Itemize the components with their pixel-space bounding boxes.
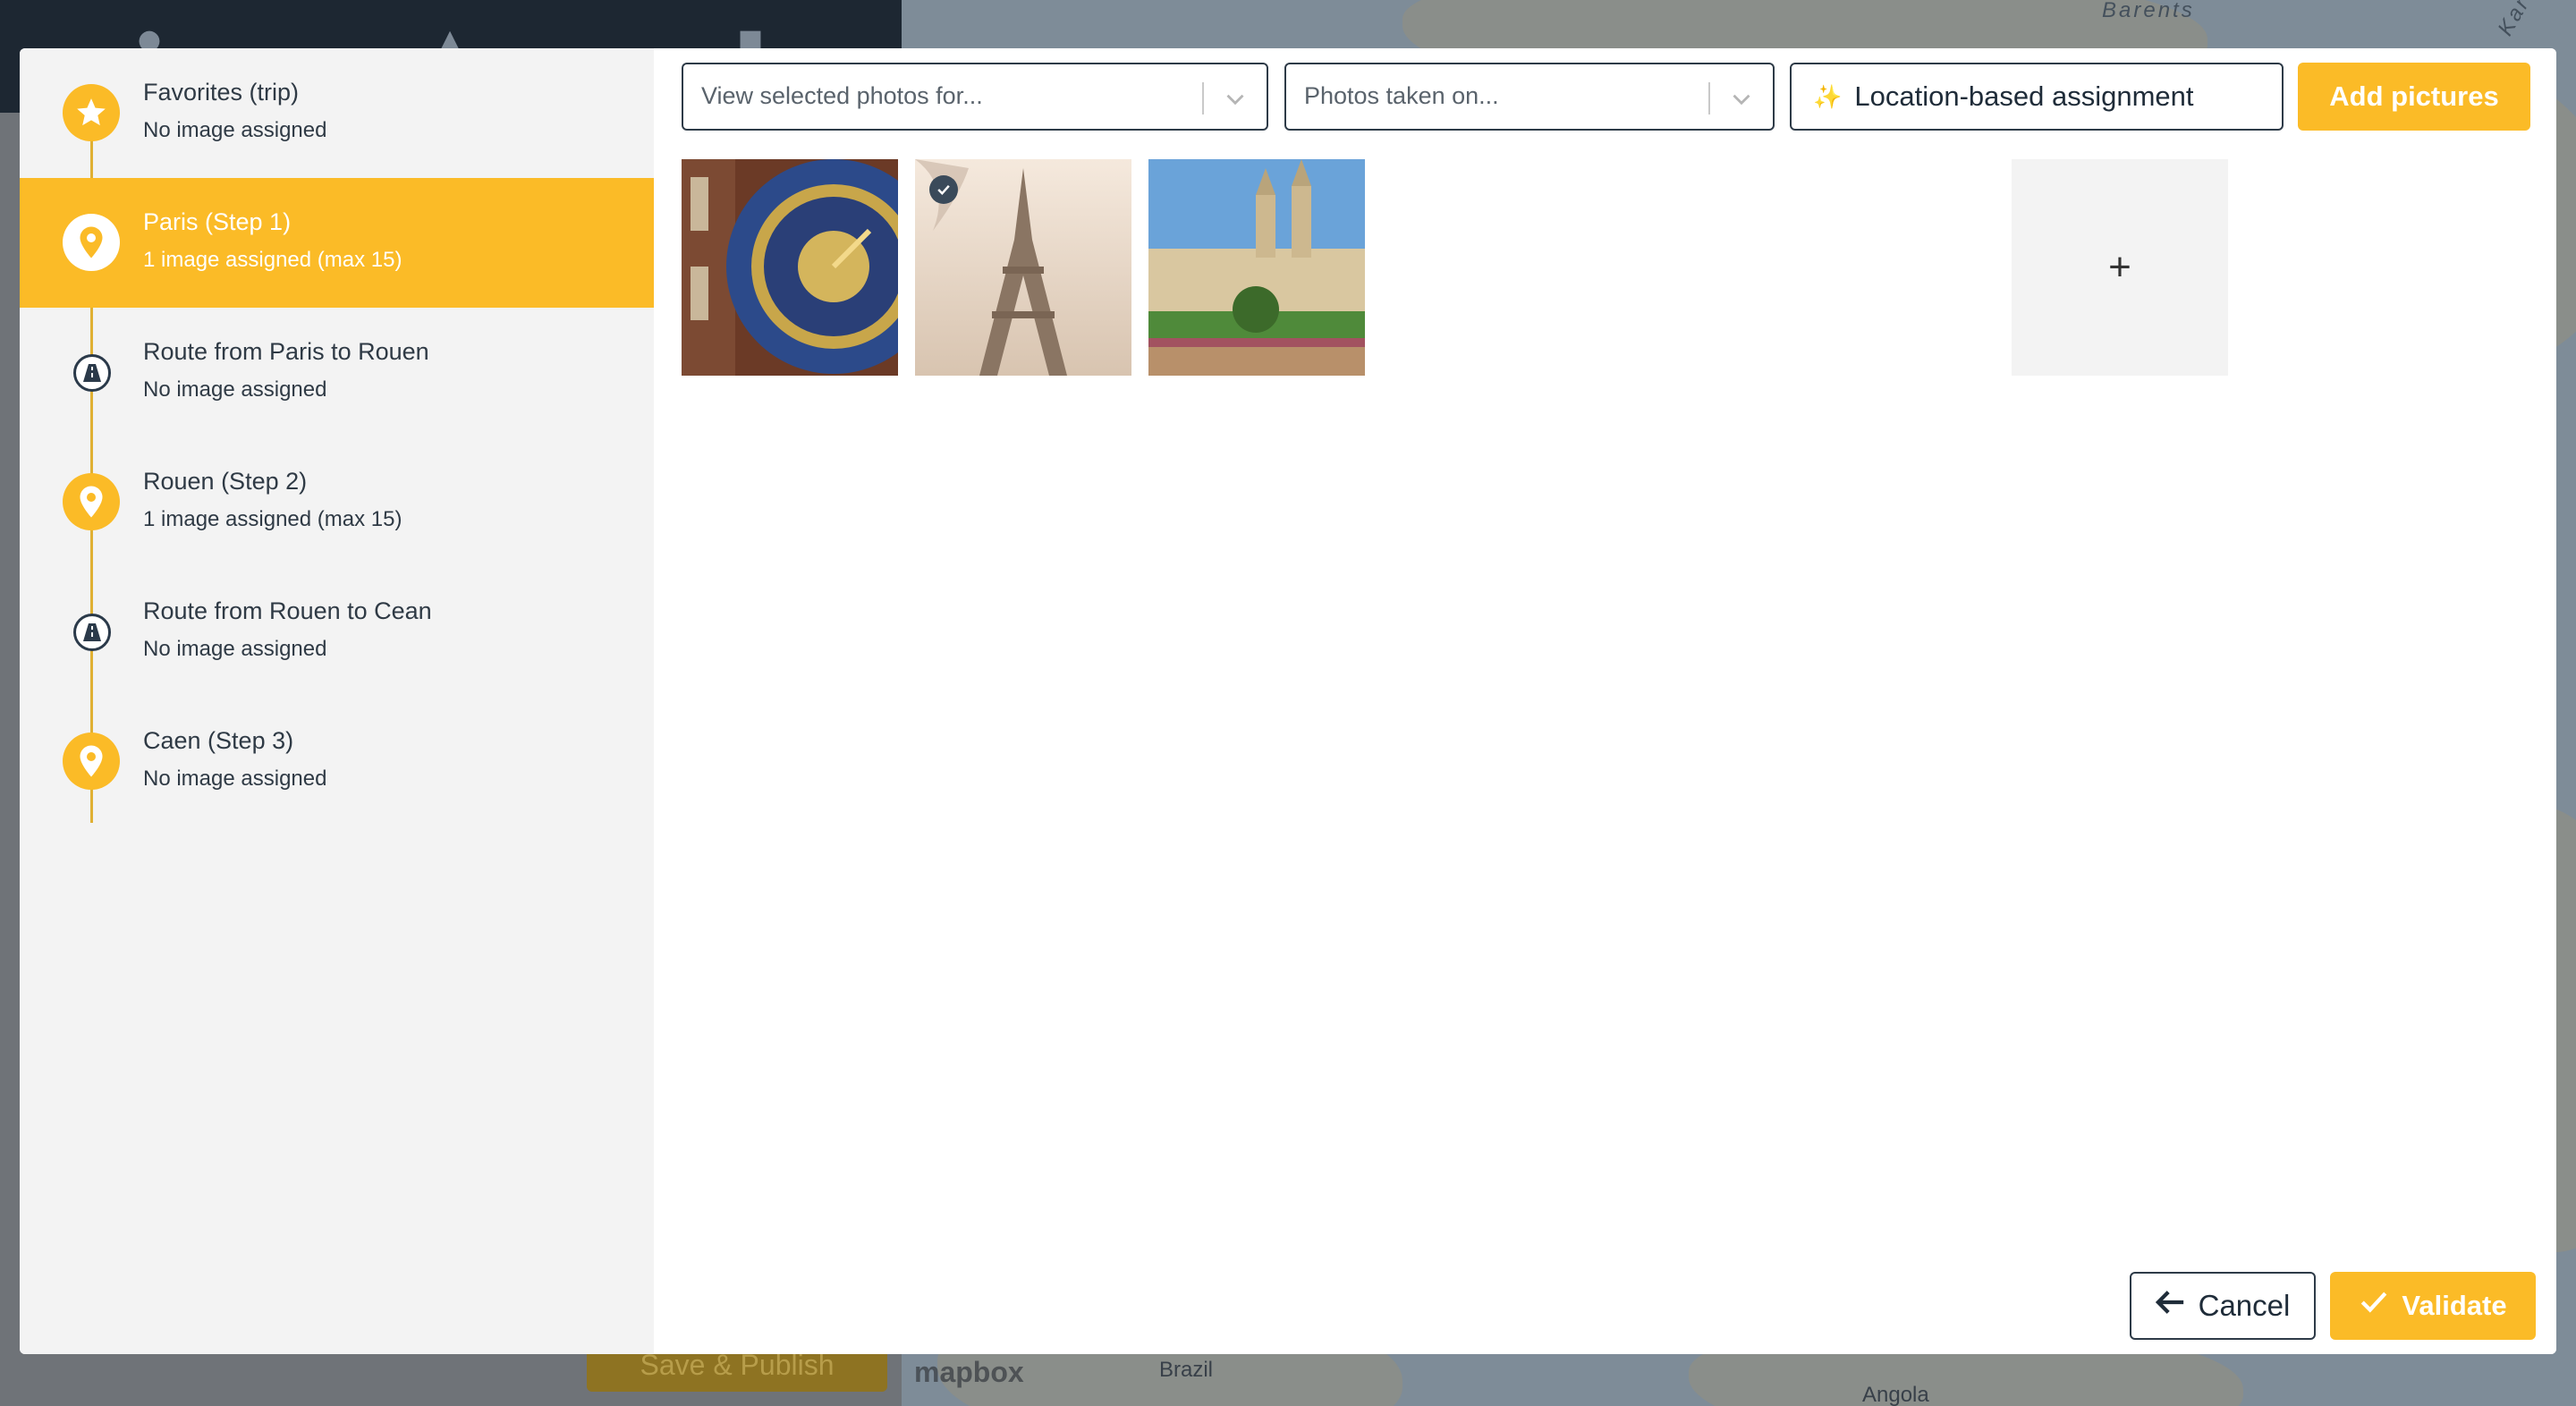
validate-label: Validate (2402, 1290, 2507, 1321)
sidebar-item-subtitle: No image assigned (143, 637, 327, 661)
photo-thumbnail-rouen-clock[interactable] (682, 159, 898, 376)
map-label-barents: Barents (2102, 0, 2195, 22)
sidebar-item-title: Favorites (trip) (143, 79, 300, 106)
star-icon (63, 84, 120, 141)
select-separator (1202, 82, 1204, 114)
photos-date-select[interactable]: Photos taken on... (1284, 63, 1775, 131)
photos-date-placeholder: Photos taken on... (1304, 82, 1499, 109)
map-label-angola: Angola (1862, 1383, 1929, 1406)
sidebar-item-paris[interactable]: Paris (Step 1) 1 image assigned (max 15) (20, 178, 654, 308)
photo-assignment-modal: Favorites (trip) No image assigned Paris… (20, 48, 2556, 1354)
add-pictures-label: Add pictures (2329, 80, 2499, 112)
sidebar-item-title: Rouen (Step 2) (143, 468, 308, 495)
location-assignment-label: Location-based assignment (1854, 80, 2194, 112)
arrow-left-icon (2155, 1289, 2186, 1323)
sidebar-item-subtitle: No image assigned (143, 377, 327, 402)
sidebar-item-subtitle: No image assigned (143, 767, 327, 791)
location-pin-icon (63, 473, 120, 530)
selected-check-icon (929, 175, 958, 204)
sidebar-item-title: Paris (Step 1) (143, 208, 292, 235)
road-icon (73, 614, 111, 651)
sidebar-item-favorites[interactable]: Favorites (trip) No image assigned (20, 48, 654, 178)
sidebar-item-rouen[interactable]: Rouen (Step 2) 1 image assigned (max 15) (20, 437, 654, 567)
location-pin-icon (63, 214, 120, 271)
sidebar-item-caen[interactable]: Caen (Step 3) No image assigned (20, 697, 654, 826)
sidebar-item-subtitle: No image assigned (143, 118, 327, 142)
cancel-label: Cancel (2198, 1289, 2291, 1322)
sidebar-item-title: Caen (Step 3) (143, 727, 294, 754)
plus-icon: + (2108, 245, 2131, 289)
steps-sidebar: Favorites (trip) No image assigned Paris… (20, 48, 654, 1354)
cancel-button[interactable]: Cancel (2130, 1272, 2316, 1340)
photo-panel: View selected photos for... Photos taken… (654, 48, 2556, 1354)
select-separator (1708, 82, 1710, 114)
add-pictures-button[interactable]: Add pictures (2298, 63, 2530, 131)
map-label-brazil: Brazil (1159, 1358, 1214, 1382)
sidebar-item-subtitle: 1 image assigned (max 15) (143, 507, 402, 531)
photo-thumbnail-eiffel-tower[interactable] (915, 159, 1131, 376)
location-pin-icon (63, 733, 120, 790)
mapbox-logo: mapbox (914, 1356, 1024, 1388)
location-assignment-button[interactable]: ✨ Location-based assignment (1790, 63, 2284, 131)
view-photos-placeholder: View selected photos for... (701, 82, 983, 109)
chevron-down-icon[interactable] (1726, 84, 1757, 114)
chevron-down-icon[interactable] (1220, 84, 1250, 114)
photo-thumbnail-caen-abbey[interactable] (1148, 159, 1365, 376)
check-icon (2359, 1289, 2389, 1323)
sidebar-item-route-paris-rouen[interactable]: Route from Paris to Rouen No image assig… (20, 308, 654, 437)
sidebar-item-route-rouen-caen[interactable]: Route from Rouen to Cean No image assign… (20, 567, 654, 697)
validate-button[interactable]: Validate (2330, 1272, 2536, 1340)
add-photo-tile[interactable]: + (2012, 159, 2228, 376)
sidebar-item-title: Route from Rouen to Cean (143, 597, 432, 624)
road-icon (73, 354, 111, 392)
sparkles-icon: ✨ (1813, 82, 1843, 110)
sidebar-item-title: Route from Paris to Rouen (143, 338, 429, 365)
sidebar-item-subtitle: 1 image assigned (max 15) (143, 248, 402, 272)
view-photos-select[interactable]: View selected photos for... (682, 63, 1268, 131)
